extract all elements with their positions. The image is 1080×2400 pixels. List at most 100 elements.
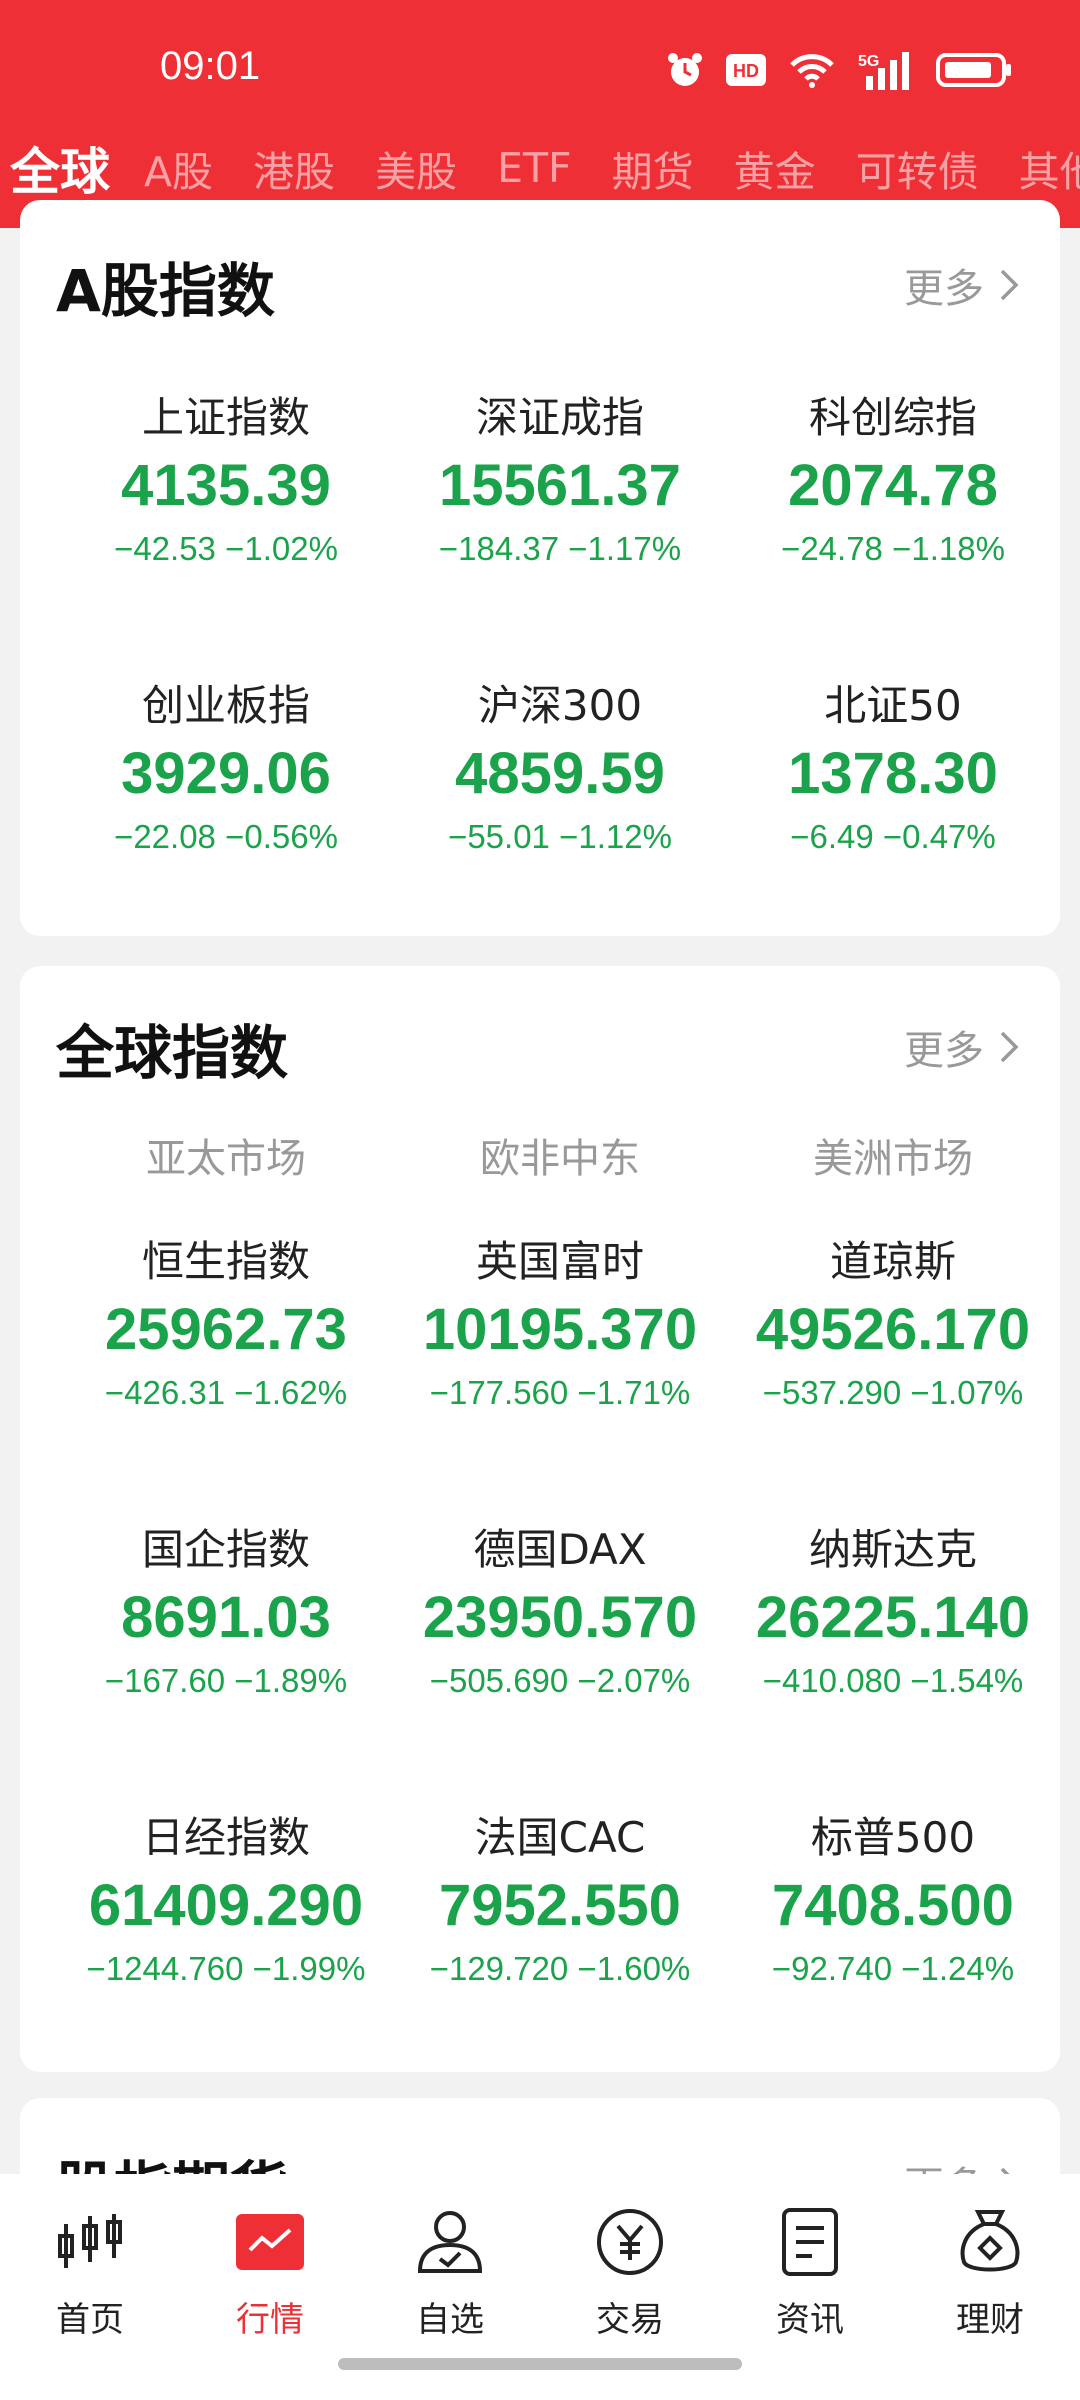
tab-hk[interactable]: 港股 xyxy=(253,138,335,198)
index-cell[interactable]: 国企指数 8691.03 −167.60 −1.89% xyxy=(56,1522,396,1704)
more-label: 更多 xyxy=(904,266,984,312)
battery-icon xyxy=(936,53,1011,87)
tab-futures[interactable]: 期货 xyxy=(612,138,694,198)
index-cell[interactable]: 创业板指 3929.06 −22.08 −0.56% xyxy=(56,678,396,860)
index-change: −410.080 −1.54% xyxy=(762,1662,1024,1699)
chevron-right-icon xyxy=(1000,269,1019,301)
global-more-link[interactable]: 更多 xyxy=(904,1018,1020,1076)
nav-wealth[interactable]: 理财 xyxy=(900,2202,1080,2341)
tab-etf[interactable]: ETF xyxy=(497,144,572,192)
index-cell[interactable]: 上证指数 4135.39 −42.53 −1.02% xyxy=(56,390,396,572)
index-cell[interactable]: 德国DAX 23950.570 −505.690 −2.07% xyxy=(390,1522,730,1704)
index-change: −92.740 −1.24% xyxy=(771,1950,1015,1987)
index-change: −42.53 −1.02% xyxy=(114,530,338,567)
index-name: 日经指数 xyxy=(141,1813,310,1862)
index-change: −24.78 −1.18% xyxy=(781,530,1005,567)
tab-us[interactable]: 美股 xyxy=(375,138,457,198)
index-cell[interactable]: 纳斯达克 26225.140 −410.080 −1.54% xyxy=(723,1522,1063,1704)
nav-trade[interactable]: 交易 xyxy=(540,2202,720,2341)
status-time: 09:01 xyxy=(160,44,261,88)
index-value: 8691.03 xyxy=(121,1585,331,1650)
index-value: 4135.39 xyxy=(121,453,331,518)
more-label: 更多 xyxy=(904,1028,984,1074)
index-value: 7408.500 xyxy=(772,1873,1014,1938)
index-cell[interactable]: 恒生指数 25962.73 −426.31 −1.62% xyxy=(56,1234,396,1416)
tab-other[interactable]: 其他 xyxy=(1019,138,1080,198)
home-indicator[interactable] xyxy=(338,2358,742,2370)
index-value: 7952.550 xyxy=(439,1873,681,1938)
index-cell[interactable]: 沪深300 4859.59 −55.01 −1.12% xyxy=(390,678,730,860)
index-value: 26225.140 xyxy=(755,1585,1031,1650)
index-value: 25962.73 xyxy=(105,1297,347,1362)
nav-news[interactable]: 资讯 xyxy=(720,2202,900,2341)
index-name: 纳斯达克 xyxy=(808,1525,977,1574)
nav-label: 自选 xyxy=(416,2300,484,2340)
region-americas[interactable]: 美洲市场 xyxy=(723,1126,1063,1184)
nav-home[interactable]: 首页 xyxy=(0,2202,180,2341)
index-cell[interactable]: 北证50 1378.30 −6.49 −0.47% xyxy=(723,678,1063,860)
index-change: −177.560 −1.71% xyxy=(429,1374,691,1411)
index-name: 道琼斯 xyxy=(829,1237,956,1286)
index-change: −1244.760 −1.99% xyxy=(86,1950,366,1987)
nav-label: 首页 xyxy=(56,2300,124,2340)
index-value: 3929.06 xyxy=(121,741,331,806)
signal-5g-icon: 5G xyxy=(858,52,909,90)
tab-gold[interactable]: 黄金 xyxy=(734,138,816,198)
wifi-icon xyxy=(790,54,834,88)
tab-a-share[interactable]: A股 xyxy=(144,138,213,198)
money-bag-icon xyxy=(960,2210,1020,2272)
index-name: 创业板指 xyxy=(141,681,310,730)
chevron-right-icon xyxy=(1000,1031,1019,1063)
index-name: 标普500 xyxy=(810,1813,976,1862)
index-cell[interactable]: 科创综指 2074.78 −24.78 −1.18% xyxy=(723,390,1063,572)
user-check-icon xyxy=(417,2211,483,2273)
a-share-more-link[interactable]: 更多 xyxy=(904,256,1020,314)
index-change: −55.01 −1.12% xyxy=(448,818,672,855)
nav-label: 交易 xyxy=(596,2300,664,2340)
index-change: −537.290 −1.07% xyxy=(762,1374,1024,1411)
index-change: −6.49 −0.47% xyxy=(790,818,996,855)
index-value: 2074.78 xyxy=(788,453,998,518)
nav-watchlist[interactable]: 自选 xyxy=(360,2202,540,2341)
index-value: 15561.37 xyxy=(439,453,681,518)
svg-text:5G: 5G xyxy=(858,53,879,70)
status-bar: 09:01 HD 5G xyxy=(0,0,1080,140)
index-change: −129.720 −1.60% xyxy=(429,1950,691,1987)
index-cell[interactable]: 日经指数 61409.290 −1244.760 −1.99% xyxy=(56,1810,396,1992)
index-name: 法国CAC xyxy=(474,1813,646,1862)
nav-label: 理财 xyxy=(956,2300,1024,2340)
market-tabs: 全球 A股 港股 美股 ETF 期货 黄金 可转债 其他 xyxy=(0,132,1080,204)
region-asia-pacific[interactable]: 亚太市场 xyxy=(56,1126,396,1184)
candlestick-icon xyxy=(58,2214,122,2268)
index-value: 1378.30 xyxy=(788,741,998,806)
index-value: 10195.370 xyxy=(422,1297,698,1362)
svg-text:HD: HD xyxy=(733,61,759,81)
status-icons: HD 5G xyxy=(666,48,1012,92)
a-share-title: A股指数 xyxy=(56,257,275,325)
index-cell[interactable]: 英国富时 10195.370 −177.560 −1.71% xyxy=(390,1234,730,1416)
nav-label: 行情 xyxy=(236,2300,304,2340)
hd-icon: HD xyxy=(726,54,766,86)
index-cell[interactable]: 标普500 7408.500 −92.740 −1.24% xyxy=(723,1810,1063,1992)
index-value: 61409.290 xyxy=(88,1873,364,1938)
index-cell[interactable]: 深证成指 15561.37 −184.37 −1.17% xyxy=(390,390,730,572)
market-chart-icon xyxy=(236,2214,304,2270)
index-name: 恒生指数 xyxy=(141,1237,310,1286)
index-name: 北证50 xyxy=(824,681,962,730)
nav-market[interactable]: 行情 xyxy=(180,2202,360,2341)
index-change: −167.60 −1.89% xyxy=(104,1662,348,1699)
index-name: 德国DAX xyxy=(473,1525,647,1574)
news-doc-icon xyxy=(782,2208,838,2276)
region-emea[interactable]: 欧非中东 xyxy=(390,1126,730,1184)
index-cell[interactable]: 法国CAC 7952.550 −129.720 −1.60% xyxy=(390,1810,730,1992)
index-change: −426.31 −1.62% xyxy=(104,1374,348,1411)
a-share-index-card: A股指数 更多 上证指数 4135.39 −42.53 −1.02% 深证成指 … xyxy=(20,200,1060,936)
index-change: −505.690 −2.07% xyxy=(429,1662,691,1699)
index-value: 23950.570 xyxy=(422,1585,698,1650)
index-name: 上证指数 xyxy=(141,393,310,442)
tab-global[interactable]: 全球 xyxy=(10,132,110,204)
index-value: 49526.170 xyxy=(755,1297,1031,1362)
global-index-card: 全球指数 更多 亚太市场 欧非中东 美洲市场 恒生指数 25962.73 −42… xyxy=(20,966,1060,2072)
index-cell[interactable]: 道琼斯 49526.170 −537.290 −1.07% xyxy=(723,1234,1063,1416)
tab-convertible-bond[interactable]: 可转债 xyxy=(856,138,979,198)
